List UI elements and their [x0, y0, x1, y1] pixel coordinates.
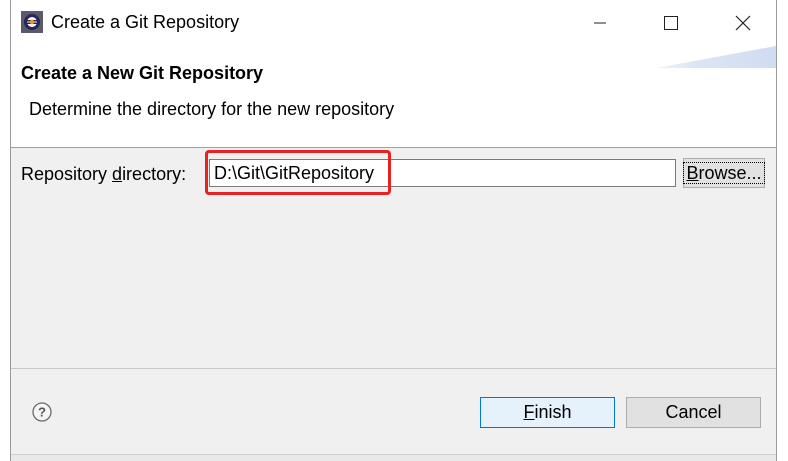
label-mnemonic: d	[112, 164, 123, 184]
dialog-window: Create a Git Repository Create a New Git…	[10, 0, 777, 461]
browse-mnemonic: B	[686, 163, 699, 183]
wizard-banner: Create a New Git Repository Determine th…	[11, 46, 776, 148]
browse-text: rowse...	[698, 163, 762, 183]
page-description: Determine the directory for the new repo…	[29, 99, 395, 119]
finish-text: inish	[534, 402, 572, 422]
help-icon[interactable]: ?	[32, 402, 52, 422]
close-button[interactable]	[720, 0, 766, 46]
button-bar: ? Finish Cancel	[11, 369, 776, 461]
minimize-icon	[594, 22, 606, 24]
browse-button-label: Browse...	[683, 162, 765, 184]
window-title: Create a Git Repository	[51, 12, 240, 32]
eclipse-icon	[21, 11, 43, 33]
close-icon	[735, 15, 751, 31]
bottom-strip	[11, 454, 776, 461]
page-title: Create a New Git Repository	[21, 63, 264, 83]
repository-directory-input[interactable]	[209, 159, 676, 187]
label-text: Repository	[21, 164, 113, 184]
svg-text:?: ?	[38, 405, 46, 420]
form-area: Repository directory: Browse...	[11, 148, 776, 369]
finish-button[interactable]: Finish	[480, 397, 615, 428]
browse-button[interactable]: Browse...	[683, 158, 765, 188]
cancel-button[interactable]: Cancel	[626, 397, 761, 428]
repository-directory-label: Repository directory:	[21, 162, 186, 186]
maximize-icon	[664, 16, 678, 30]
title-bar: Create a Git Repository	[11, 0, 776, 46]
minimize-button[interactable]	[577, 0, 623, 46]
maximize-button[interactable]	[648, 0, 694, 46]
finish-mnemonic: F	[523, 402, 535, 422]
label-text-rest: irectory:	[122, 164, 187, 184]
banner-decoration	[656, 46, 776, 68]
